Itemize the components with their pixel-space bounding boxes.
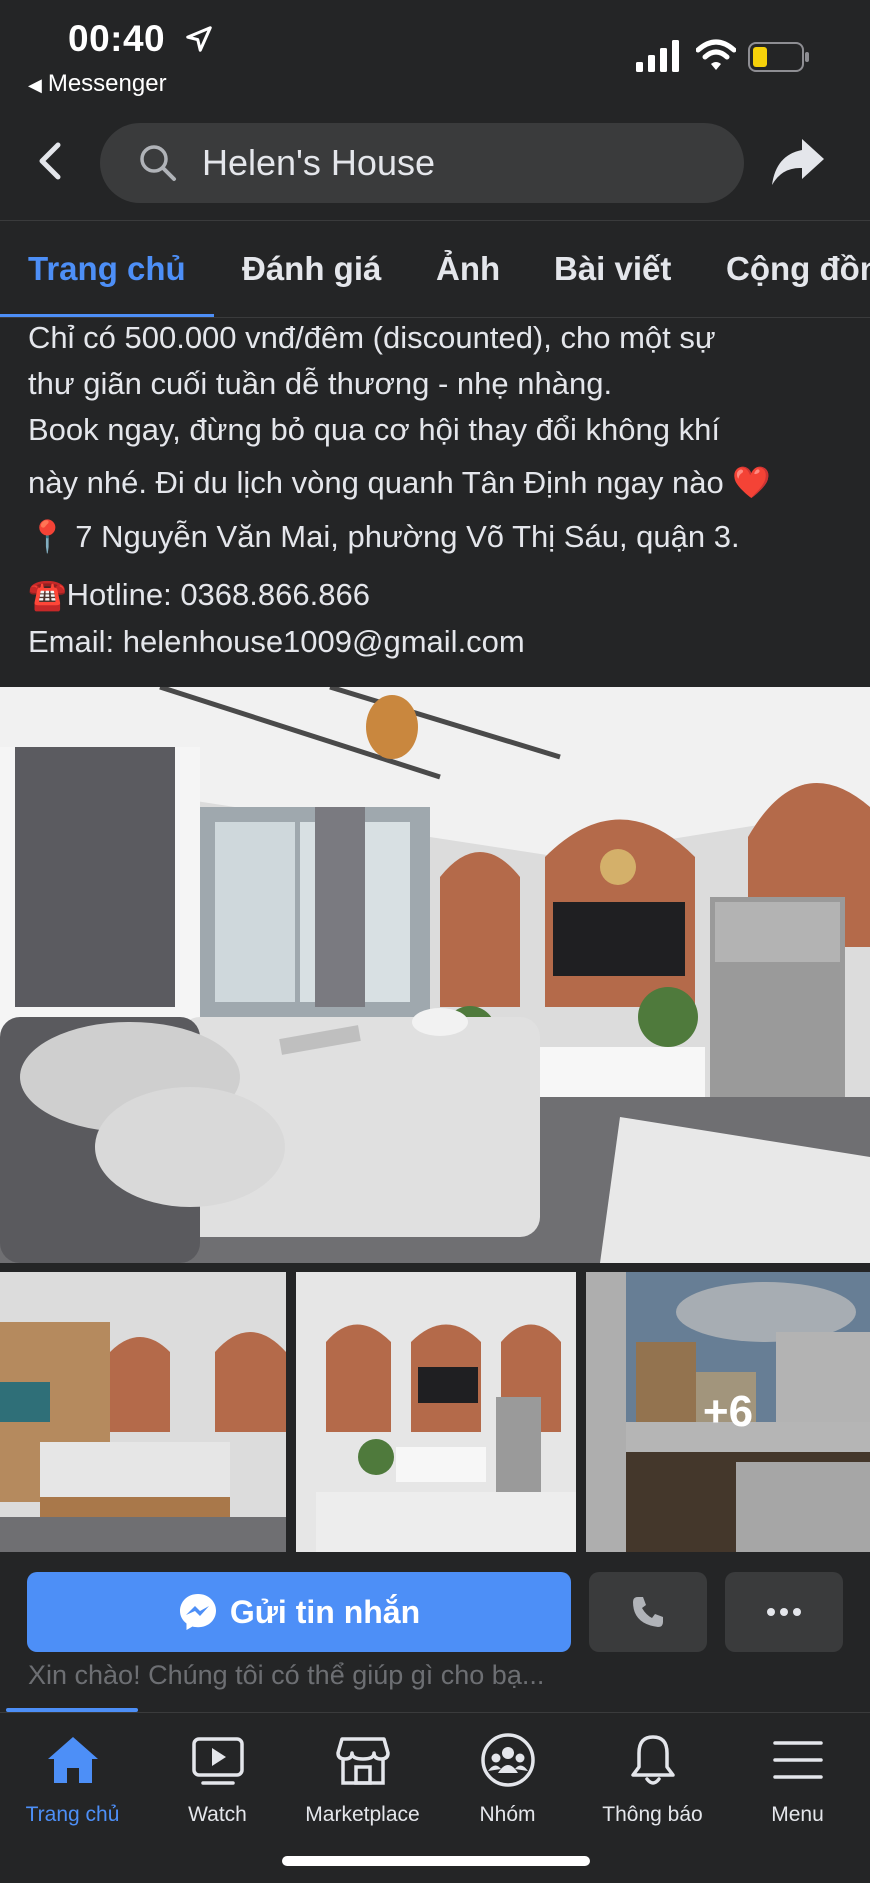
post-address: 📍 7 Nguyễn Văn Mai, phường Võ Thị Sáu, q… [28,519,740,554]
phone-icon [633,1597,663,1627]
photo-thumbnails: +6 [0,1272,870,1552]
more-photos-thumbnail[interactable]: +6 [586,1272,870,1552]
thumbnail-photo[interactable] [296,1272,576,1552]
post-hotline: ☎️Hotline: 0368.866.866 [28,577,370,612]
battery-icon [748,42,809,72]
nav-marketplace-label: Marketplace [305,1803,420,1826]
marketplace-icon [336,1737,390,1785]
nav-home-label: Trang chủ [25,1803,120,1826]
main-room-photo[interactable] [0,687,870,1263]
watch-icon [192,1737,244,1785]
home-icon [48,1737,98,1783]
nav-groups[interactable]: Nhóm [435,1713,580,1833]
post-line: Book ngay, đừng bỏ qua cơ hội thay đổi k… [28,412,720,447]
tab-posts[interactable]: Bài viết [554,250,671,288]
nav-marketplace[interactable]: Marketplace [290,1713,435,1833]
search-bar[interactable]: Helen's House [100,123,744,203]
wifi-icon [696,39,736,70]
nav-menu-label: Menu [771,1803,824,1826]
back-to-app-link[interactable]: ◀ Messenger [28,70,167,98]
bell-icon [631,1735,675,1785]
status-time: 00:40 [68,18,166,59]
back-app-label: Messenger [47,70,167,97]
messenger-icon [179,1594,216,1630]
more-photos-count: +6 [586,1272,870,1552]
menu-icon [773,1741,823,1779]
post-line: này nhé. Đi du lịch vòng quanh Tân Định … [28,465,771,500]
nav-home[interactable]: Trang chủ [0,1713,145,1833]
tab-reviews[interactable]: Đánh giá [242,250,381,288]
active-tab-indicator [0,314,214,317]
action-bar: Gửi tin nhắn Xin chào! Chúng tôi có thể … [0,1552,870,1710]
back-triangle-icon: ◀ [28,75,42,95]
back-arrow-icon[interactable] [30,139,74,183]
call-button[interactable] [589,1572,707,1652]
room-photo-illustration [0,687,870,1263]
search-query: Helen's House [202,142,435,183]
home-indicator[interactable] [282,1856,590,1866]
post-email[interactable]: Email: helenhouse1009@gmail.com [28,624,525,660]
tab-community[interactable]: Cộng đồng [726,250,870,288]
greeting-prompt[interactable]: Xin chào! Chúng tôi có thể giúp gì cho b… [28,1660,544,1691]
send-message-label: Gửi tin nhắn [229,1593,421,1630]
groups-icon [481,1733,535,1787]
send-message-button[interactable]: Gửi tin nhắn [27,1572,571,1652]
nav-notifications-label: Thông báo [602,1803,703,1826]
more-options-button[interactable] [725,1572,843,1652]
status-bar: 00:40 ◀ Messenger [0,0,870,105]
post-line: Chỉ có 500.000 vnđ/đêm (discounted), cho… [28,320,716,355]
location-arrow-icon [186,26,212,52]
tab-home[interactable]: Trang chủ [28,250,186,288]
nav-menu[interactable]: Menu [725,1713,870,1833]
post-line: thư giãn cuối tuần dễ thương - nhẹ nhàng… [28,366,613,401]
search-icon [140,145,176,181]
signal-icon [636,40,679,72]
thumbnail-photo[interactable] [0,1272,286,1552]
tab-photos[interactable]: Ảnh [436,250,500,288]
page-tabs: Trang chủ Đánh giá Ảnh Bài viết Cộng đồn… [0,222,870,318]
nav-groups-label: Nhóm [479,1803,536,1826]
nav-notifications[interactable]: Thông báo [580,1713,725,1833]
share-icon[interactable] [770,135,826,189]
nav-watch-label: Watch [188,1803,247,1826]
more-dots-icon [767,1608,801,1616]
page-header: Helen's House [0,105,870,221]
nav-watch[interactable]: Watch [145,1713,290,1833]
